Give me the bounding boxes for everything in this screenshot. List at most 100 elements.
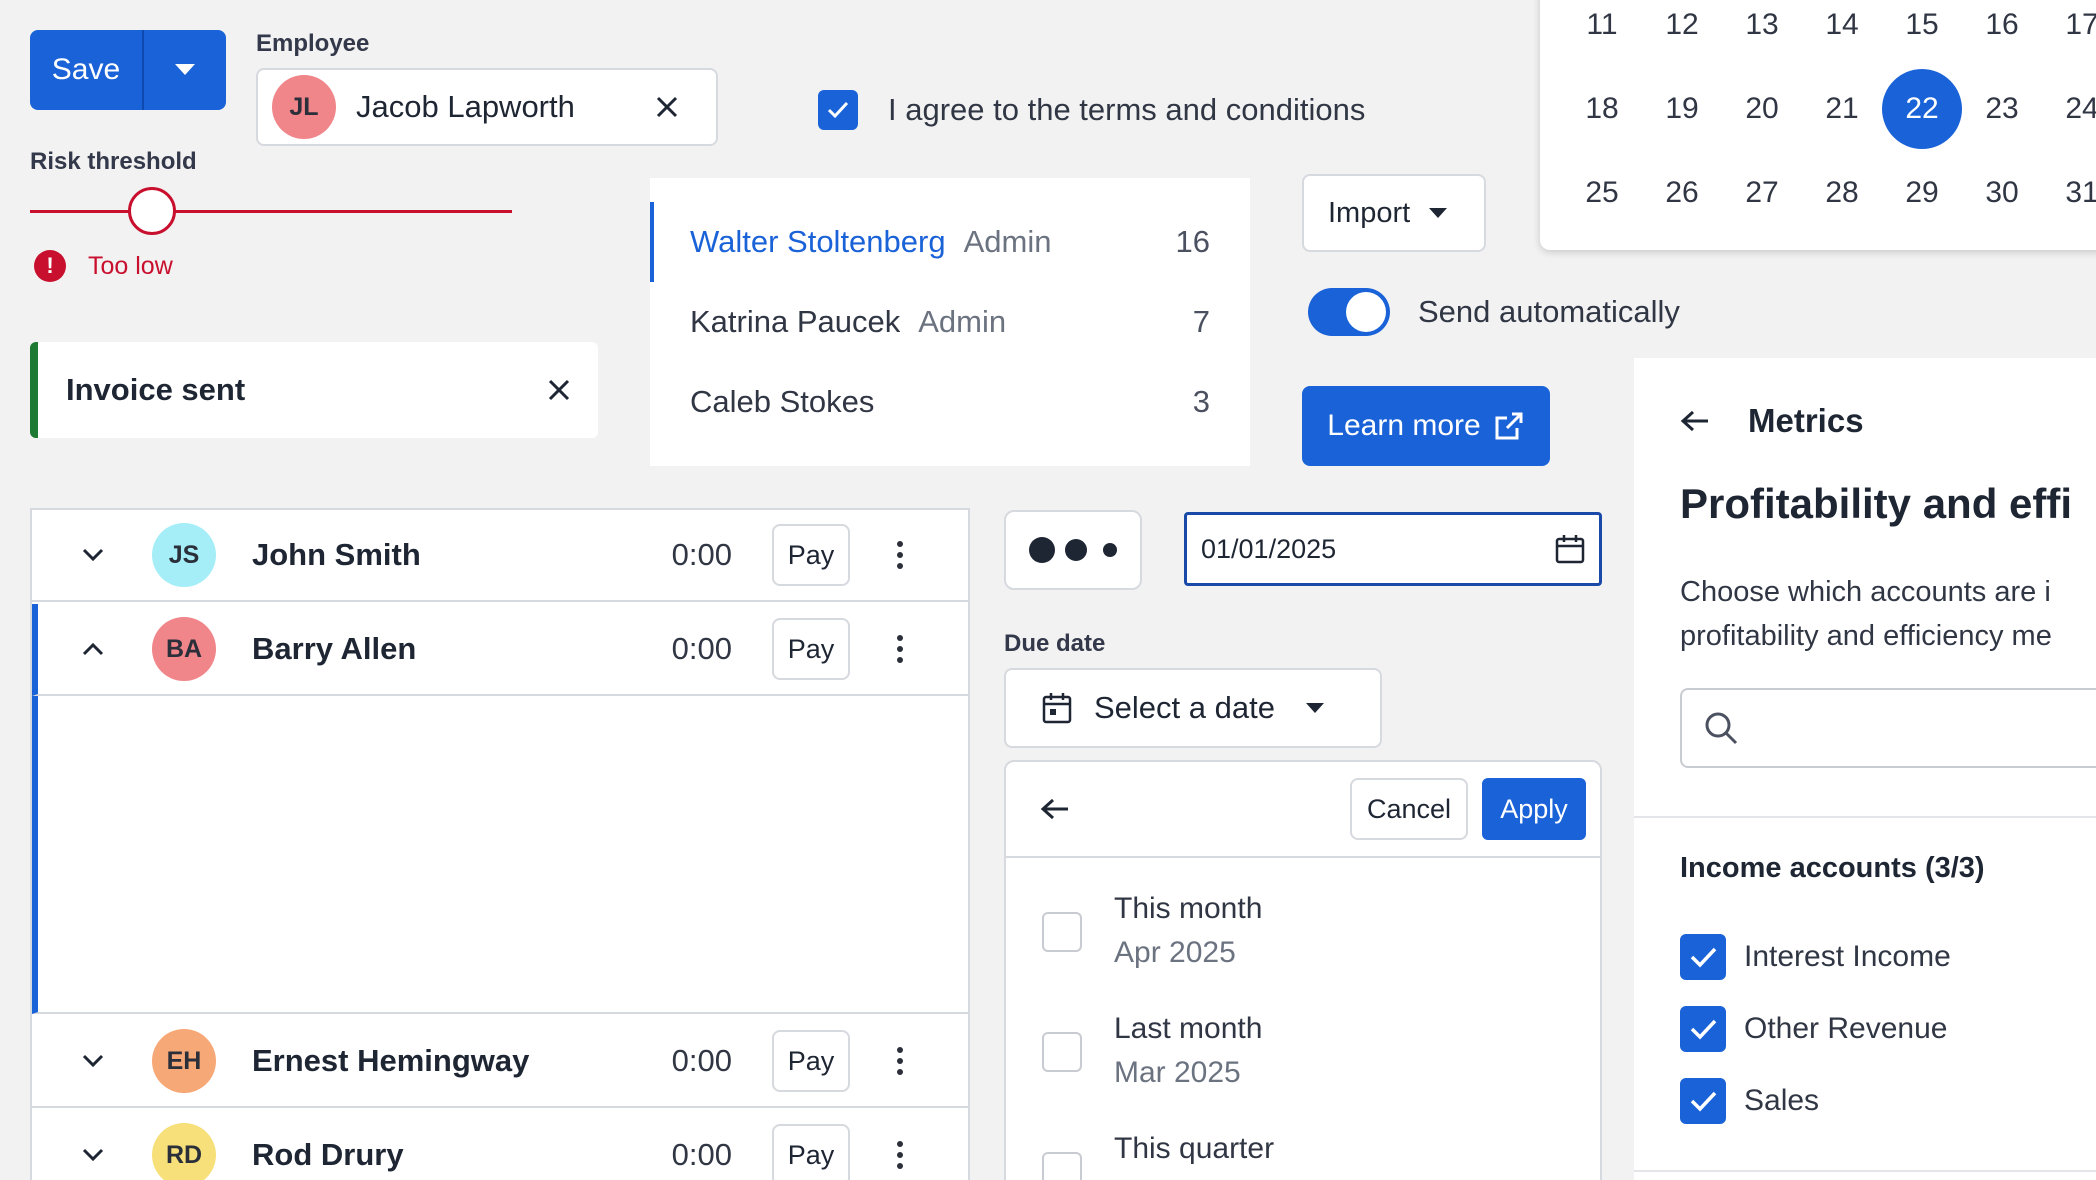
calendar-day[interactable]: 24	[2042, 69, 2096, 149]
metrics-title: Metrics	[1748, 402, 1864, 439]
calendar-day[interactable]: 14	[1802, 0, 1882, 65]
employee-select[interactable]: JL Jacob Lapworth	[256, 68, 718, 146]
learn-more-button[interactable]: Learn more	[1302, 386, 1550, 466]
calendar-day[interactable]: 21	[1802, 69, 1882, 149]
user-count: 7	[1192, 304, 1210, 339]
description-line: Choose which accounts are i	[1680, 576, 2051, 608]
checkmark-icon	[1690, 1019, 1717, 1040]
range-subtitle: Mar 2025	[1114, 1056, 1241, 1089]
arrow-left-icon[interactable]	[1680, 409, 1710, 433]
user-role: Admin	[918, 304, 1007, 339]
range-checkbox[interactable]	[1042, 912, 1082, 952]
calendar-day[interactable]: 30	[1962, 153, 2042, 233]
user-count: 16	[1175, 224, 1210, 259]
calendar-day-selected[interactable]: 22	[1882, 69, 1962, 149]
calendar-day[interactable]: 15	[1882, 0, 1962, 65]
more-options-icon[interactable]	[890, 541, 910, 569]
save-button[interactable]: Save	[30, 30, 144, 110]
risk-slider-thumb[interactable]	[128, 187, 176, 235]
calendar-day[interactable]: 25	[1562, 153, 1642, 233]
apply-button[interactable]: Apply	[1482, 778, 1586, 840]
calendar-day[interactable]: 27	[1722, 153, 1802, 233]
calendar-day[interactable]: 28	[1802, 153, 1882, 233]
calendar-day[interactable]: 20	[1722, 69, 1802, 149]
chevron-up-icon[interactable]	[62, 642, 124, 656]
list-item[interactable]: Caleb Stokes 3	[650, 362, 1250, 442]
select-date-dropdown[interactable]: Select a date	[1004, 668, 1382, 748]
avatar: BA	[152, 617, 216, 681]
list-item[interactable]: Walter Stoltenberg Admin 16	[650, 202, 1250, 282]
calendar-day[interactable]: 31	[2042, 153, 2096, 233]
range-checkbox[interactable]	[1042, 1152, 1082, 1180]
exclamation-icon: !	[34, 250, 66, 282]
import-button[interactable]: Import	[1302, 174, 1486, 252]
calendar-icon[interactable]	[1555, 534, 1585, 564]
more-options-icon[interactable]	[890, 1047, 910, 1075]
employee-name: Barry Allen	[252, 631, 417, 666]
send-automatically-row[interactable]: Send automatically	[1308, 288, 1680, 336]
calendar-day[interactable]: 12	[1642, 0, 1722, 65]
calendar-day[interactable]: 17	[2042, 0, 2096, 65]
employee-name: John Smith	[252, 537, 421, 572]
time-value: 0:00	[671, 1137, 732, 1172]
avatar: JS	[152, 523, 216, 587]
save-split-button[interactable]: Save	[30, 30, 226, 110]
metrics-description: Choose which accounts are i profitabilit…	[1680, 570, 2096, 658]
account-checkbox[interactable]	[1680, 1006, 1726, 1052]
pagination-dots-button[interactable]	[1004, 510, 1142, 590]
user-name: Walter Stoltenberg	[690, 224, 946, 259]
calendar-day[interactable]: 29	[1882, 153, 1962, 233]
pay-button[interactable]: Pay	[772, 1030, 850, 1092]
calendar-day[interactable]: 11	[1562, 0, 1642, 65]
calendar-day[interactable]: 23	[1962, 69, 2042, 149]
avatar: RD	[152, 1123, 216, 1180]
pay-button[interactable]: Pay	[772, 1124, 850, 1180]
account-checkbox-row[interactable]: Sales	[1680, 1078, 1819, 1124]
dot-icon	[1103, 543, 1117, 557]
terms-checkbox[interactable]	[818, 90, 858, 130]
description-line: profitability and efficiency me	[1680, 620, 2052, 652]
due-date-label: Due date	[1004, 630, 1106, 657]
send-automatically-toggle[interactable]	[1308, 288, 1390, 336]
checkmark-icon	[827, 101, 849, 119]
date-input[interactable]: 01/01/2025	[1184, 512, 1602, 586]
more-options-icon[interactable]	[890, 635, 910, 663]
calendar-day[interactable]: 26	[1642, 153, 1722, 233]
chevron-down-icon[interactable]	[62, 548, 124, 562]
avatar: JL	[272, 75, 336, 139]
calendar-day[interactable]: 13	[1722, 0, 1802, 65]
toast-message: Invoice sent	[66, 372, 246, 407]
cancel-button[interactable]: Cancel	[1350, 778, 1468, 840]
arrow-left-icon[interactable]	[1040, 797, 1070, 821]
list-item[interactable]: Katrina Paucek Admin 7	[650, 282, 1250, 362]
calendar-day[interactable]: 16	[1962, 0, 2042, 65]
calendar-week: 18 19 20 21 22 23 24	[1540, 69, 2096, 149]
more-options-icon[interactable]	[890, 1141, 910, 1169]
range-checkbox[interactable]	[1042, 1032, 1082, 1072]
range-option[interactable]: Last month Mar 2025	[1042, 1012, 1262, 1090]
select-date-label: Select a date	[1094, 690, 1275, 725]
avatar: EH	[152, 1029, 216, 1093]
terms-checkbox-row[interactable]: I agree to the terms and conditions	[818, 90, 1365, 130]
calendar-day[interactable]: 18	[1562, 69, 1642, 149]
account-checkbox[interactable]	[1680, 1078, 1726, 1124]
dot-icon	[1029, 537, 1055, 563]
close-icon[interactable]	[548, 379, 570, 401]
account-checkbox-row[interactable]: Other Revenue	[1680, 1006, 1947, 1052]
pay-button[interactable]: Pay	[772, 618, 850, 680]
chevron-down-icon[interactable]	[62, 1054, 124, 1068]
calendar-day[interactable]: 19	[1642, 69, 1722, 149]
account-checkbox[interactable]	[1680, 934, 1726, 980]
pay-button[interactable]: Pay	[772, 524, 850, 586]
search-input[interactable]	[1680, 688, 2096, 768]
save-dropdown-toggle[interactable]	[144, 30, 226, 110]
invoice-toast: Invoice sent	[30, 342, 598, 438]
employee-name: Rod Drury	[252, 1137, 404, 1172]
account-checkbox-row[interactable]: Interest Income	[1680, 934, 1951, 980]
range-option[interactable]: This quarter	[1042, 1132, 1274, 1180]
chevron-down-icon[interactable]	[62, 1148, 124, 1162]
range-option[interactable]: This month Apr 2025	[1042, 892, 1262, 970]
close-icon[interactable]	[656, 96, 678, 118]
external-link-icon	[1495, 412, 1523, 440]
risk-slider-track[interactable]	[30, 210, 512, 213]
